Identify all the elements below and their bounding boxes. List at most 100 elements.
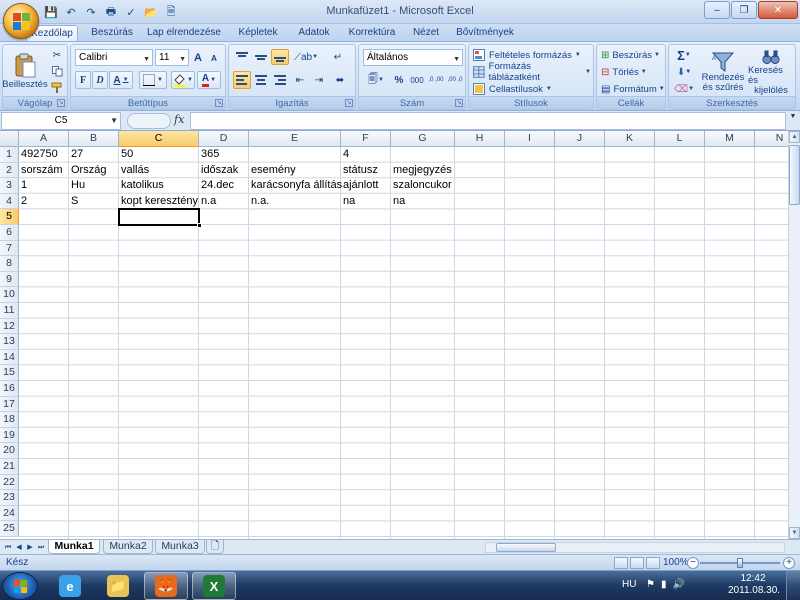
column-header-G[interactable]: G (391, 131, 455, 147)
cell-D4[interactable]: n.a (199, 194, 249, 209)
column-header-C[interactable]: C (119, 131, 199, 147)
language-indicator[interactable]: HU (622, 579, 636, 590)
cell-F2[interactable]: státusz (341, 163, 391, 178)
tab-6[interactable]: Korrektúra (342, 25, 402, 41)
formula-input[interactable] (190, 112, 786, 130)
merge-center-button[interactable]: ⬌ (329, 71, 351, 89)
row-header-15[interactable]: 15 (0, 365, 19, 381)
number-format-combo[interactable]: Általános ▼ (363, 49, 463, 66)
align-right-button[interactable] (271, 71, 289, 89)
wrap-text-button[interactable]: ↵ (327, 49, 349, 65)
column-header-A[interactable]: A (19, 131, 69, 147)
cell-E2[interactable]: esemény (249, 163, 341, 178)
cell-D1[interactable]: 365 (199, 147, 249, 162)
align-middle-button[interactable] (252, 49, 270, 65)
cell-B3[interactable]: Hu (69, 178, 119, 193)
office-button[interactable] (3, 3, 39, 39)
font-name-combo[interactable]: Calibri ▼ (75, 49, 153, 66)
show-desktop-button[interactable] (786, 571, 800, 600)
font-size-combo[interactable]: 11 ▼ (155, 49, 189, 66)
sort-filter-button[interactable]: A Rendezés és szűrés (699, 47, 747, 97)
row-header-3[interactable]: 3 (0, 178, 19, 194)
fill-color-button[interactable]: ▼ (171, 71, 195, 89)
page-break-view-button[interactable] (646, 557, 660, 569)
prev-sheet-icon[interactable]: ◀ (14, 542, 24, 553)
horizontal-scrollbar[interactable] (485, 542, 785, 553)
row-header-17[interactable]: 17 (0, 396, 19, 413)
tab-2[interactable]: Beszúrás (86, 25, 138, 41)
increase-indent-button[interactable]: ⇥ (310, 71, 328, 89)
page-layout-view-button[interactable] (630, 557, 644, 569)
cell-G2[interactable]: megjegyzés (391, 163, 455, 178)
row-header-5[interactable]: 5 (0, 209, 19, 225)
tab-5[interactable]: Adatok (290, 25, 338, 41)
row-header-1[interactable]: 1 (0, 147, 19, 163)
cell-D2[interactable]: időszak (199, 163, 249, 178)
font-launcher-icon[interactable]: ↘ (215, 99, 223, 107)
clock[interactable]: 12:42 2011.08.30. (728, 573, 780, 597)
vertical-scrollbar[interactable]: ▲ ▼ (788, 131, 800, 539)
row-header-13[interactable]: 13 (0, 334, 19, 350)
grow-font-button[interactable]: A (191, 49, 205, 66)
column-header-L[interactable]: L (655, 131, 705, 147)
cell-D3[interactable]: 24.dec (199, 178, 249, 193)
taskbar-app-4[interactable]: X (192, 572, 236, 600)
first-sheet-icon[interactable]: ⏮ (3, 542, 13, 553)
network-icon[interactable]: ▮ (661, 579, 667, 590)
find-select-button[interactable]: Keresés és kijelölés (747, 47, 795, 97)
expand-formula-bar-icon[interactable]: ▼ (788, 113, 798, 129)
thousands-separator-button[interactable]: 000 (408, 71, 426, 89)
font-color-button[interactable]: A ▼ (197, 71, 221, 89)
cell-F3[interactable]: ajánlott (341, 178, 391, 193)
fill-button[interactable]: ⬇ ▼ (672, 64, 696, 80)
start-button[interactable] (2, 572, 38, 600)
tab-3[interactable]: Lap elrendezése (142, 25, 226, 41)
row-header-19[interactable]: 19 (0, 427, 19, 444)
cell-C3[interactable]: katolikus (119, 178, 199, 193)
column-header-F[interactable]: F (341, 131, 391, 147)
column-header-D[interactable]: D (199, 131, 249, 147)
insert-sheet-button[interactable]: 🗋 (206, 540, 224, 554)
column-header-N[interactable]: N (755, 131, 788, 147)
row-header-22[interactable]: 22 (0, 474, 19, 491)
zoom-out-button[interactable]: − (687, 557, 699, 569)
tab-4[interactable]: Képletek (230, 25, 286, 41)
row-header-11[interactable]: 11 (0, 303, 19, 319)
cell-A4[interactable]: 2 (19, 194, 69, 209)
cell-E3[interactable]: karácsonyfa állítás (249, 178, 342, 193)
align-left-button[interactable] (233, 71, 251, 89)
format-cells-button[interactable]: ▤ Formátum ▼ (600, 81, 665, 97)
clipboard-launcher-icon[interactable]: ↘ (57, 99, 65, 107)
row-header-7[interactable]: 7 (0, 240, 19, 257)
row-header-14[interactable]: 14 (0, 349, 19, 366)
row-header-20[interactable]: 20 (0, 443, 19, 459)
increase-decimal-button[interactable]: ,0 ,00 (427, 71, 445, 89)
cell-A3[interactable]: 1 (19, 178, 69, 193)
autosum-button[interactable]: Σ ▼ (672, 47, 696, 63)
close-button[interactable]: ✕ (758, 1, 798, 19)
restore-button[interactable]: ❐ (731, 1, 757, 19)
row-header-4[interactable]: 4 (0, 193, 19, 210)
row-header-16[interactable]: 16 (0, 381, 19, 397)
column-header-K[interactable]: K (605, 131, 655, 147)
column-header-I[interactable]: I (505, 131, 555, 147)
cell-C1[interactable]: 50 (119, 147, 199, 162)
accounting-format-button[interactable]: 🗐 ▼ (363, 71, 389, 89)
borders-button[interactable]: ▼ (139, 71, 167, 89)
decrease-indent-button[interactable]: ⇤ (291, 71, 309, 89)
bold-button[interactable]: F (75, 71, 91, 89)
last-sheet-icon[interactable]: ⏭ (36, 542, 46, 553)
cell-styles-button[interactable]: Cellastílusok ▼ (472, 81, 592, 97)
taskbar-app-3[interactable]: 🦊 (144, 572, 188, 600)
number-launcher-icon[interactable]: ↘ (455, 99, 463, 107)
formula-bar-handle[interactable] (127, 113, 171, 129)
cell-A2[interactable]: sorszám (19, 163, 69, 178)
select-all-button[interactable] (0, 131, 19, 147)
insert-function-button[interactable]: fx (174, 113, 188, 129)
cell-B2[interactable]: Ország (69, 163, 119, 178)
zoom-slider-thumb[interactable] (737, 558, 743, 568)
row-header-21[interactable]: 21 (0, 459, 19, 475)
name-box[interactable]: C5 ▼ (1, 112, 121, 130)
row-header-2[interactable]: 2 (0, 162, 19, 179)
column-header-E[interactable]: E (249, 131, 341, 147)
